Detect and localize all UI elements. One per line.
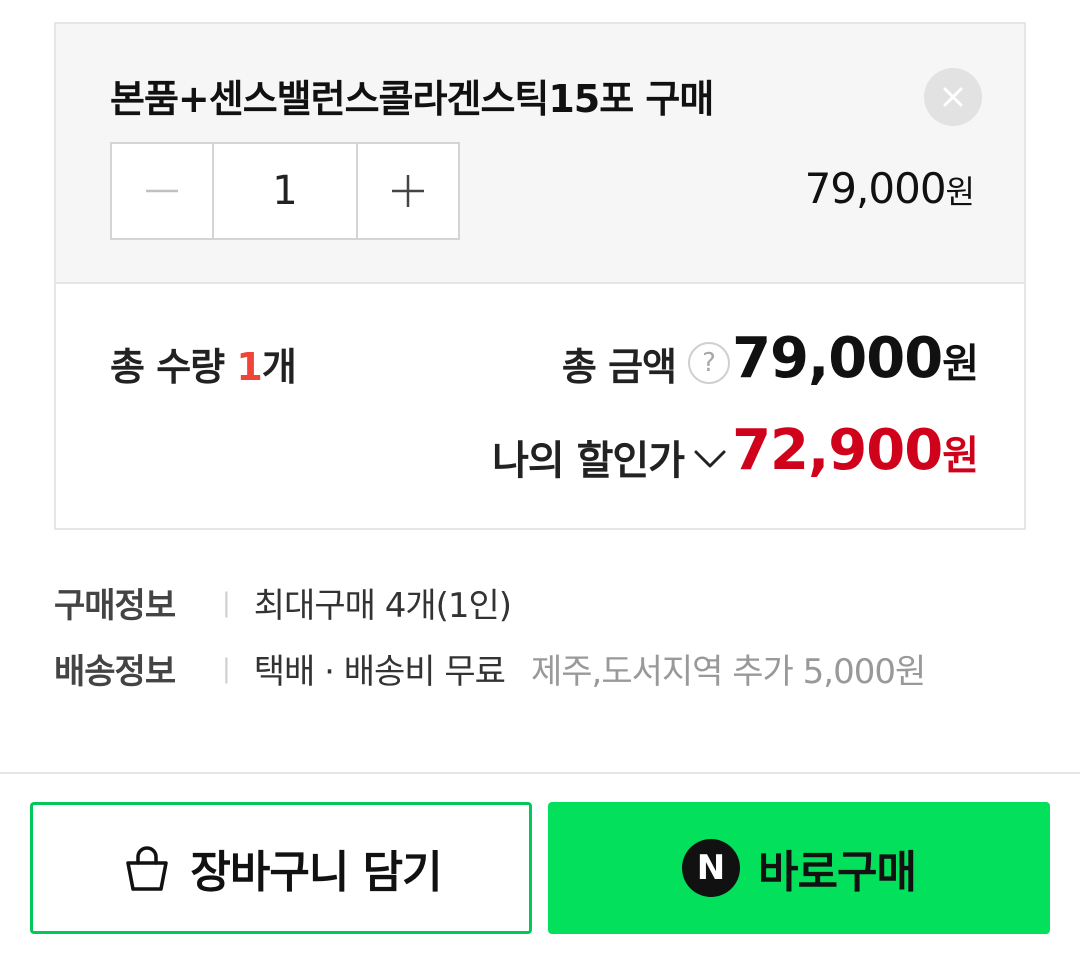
buy-now-label: 바로구매 bbox=[758, 847, 917, 898]
increase-quantity-button[interactable] bbox=[358, 144, 458, 238]
order-summary-panel: 총 수량 1개 총 금액 ? 79,000원 나의 할인가 72,900원 bbox=[54, 282, 1026, 530]
shipping-info-value: 택배 · 배송비 무료 bbox=[253, 652, 506, 692]
discount-price-value: 72,900 bbox=[732, 418, 943, 483]
buy-now-button[interactable]: N 바로구매 bbox=[548, 802, 1050, 934]
plus-icon bbox=[392, 175, 424, 207]
total-amount-label: 총 금액 bbox=[561, 345, 677, 389]
divider bbox=[0, 772, 1080, 774]
option-price-unit: 원 bbox=[945, 173, 975, 211]
shipping-extra-fee: 제주,도서지역 추가 5,000원 bbox=[530, 652, 926, 692]
discount-price-unit: 원 bbox=[942, 433, 979, 479]
selected-option-panel: 본품+센스밸런스콜라겐스틱15포 구매 1 79,000원 bbox=[54, 22, 1026, 284]
total-quantity-label: 총 수량 bbox=[110, 345, 225, 389]
chevron-down-icon[interactable] bbox=[690, 438, 730, 478]
info-separator: | bbox=[222, 653, 231, 684]
shopping-bag-icon bbox=[126, 846, 169, 891]
purchase-info-value: 최대구매 4개(1인) bbox=[253, 586, 512, 626]
option-price: 79,000원 bbox=[804, 164, 975, 213]
purchase-info-label: 구매정보 bbox=[54, 586, 176, 626]
purchase-info-row: 구매정보 | 최대구매 4개(1인) bbox=[54, 578, 512, 627]
naver-n-icon: N bbox=[682, 839, 741, 897]
total-quantity-unit: 개 bbox=[261, 345, 297, 389]
quantity-stepper: 1 bbox=[110, 142, 460, 240]
total-quantity: 총 수량 1개 bbox=[110, 336, 297, 391]
shipping-info-row: 배송정보 | 택배 · 배송비 무료 제주,도서지역 추가 5,000원 bbox=[54, 644, 926, 693]
close-icon bbox=[943, 87, 963, 107]
total-amount-unit: 원 bbox=[942, 341, 979, 387]
option-name: 본품+센스밸런스콜라겐스틱15포 구매 bbox=[110, 77, 714, 121]
add-to-cart-label: 장바구니 담기 bbox=[190, 847, 442, 898]
total-quantity-value: 1 bbox=[236, 345, 262, 389]
total-amount: 79,000원 bbox=[732, 326, 979, 391]
quantity-input[interactable]: 1 bbox=[214, 144, 358, 238]
add-to-cart-button[interactable]: 장바구니 담기 bbox=[30, 802, 532, 934]
decrease-quantity-button[interactable] bbox=[112, 144, 214, 238]
remove-option-button[interactable] bbox=[924, 68, 982, 126]
discount-price: 72,900원 bbox=[732, 418, 979, 483]
total-amount-value: 79,000 bbox=[732, 326, 943, 391]
help-icon[interactable]: ? bbox=[688, 342, 730, 384]
info-separator: | bbox=[222, 587, 231, 618]
shipping-info-label: 배송정보 bbox=[54, 652, 176, 692]
option-price-value: 79,000 bbox=[804, 164, 947, 213]
discount-price-label[interactable]: 나의 할인가 bbox=[492, 428, 685, 486]
minus-icon bbox=[146, 189, 178, 193]
